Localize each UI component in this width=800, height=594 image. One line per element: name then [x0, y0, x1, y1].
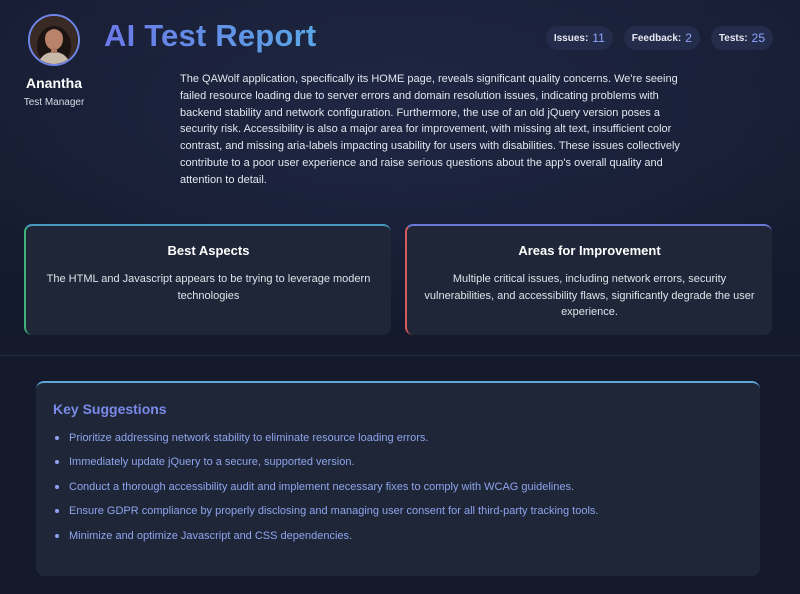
stat-issues-label: Issues: [553, 32, 589, 44]
stat-tests-label: Tests: [718, 32, 748, 44]
list-item: Immediately update jQuery to a secure, s… [53, 455, 743, 479]
section-divider [0, 355, 800, 356]
best-aspects-text: The HTML and Javascript appears to be tr… [46, 273, 371, 302]
avatar-portrait-icon [30, 16, 78, 64]
stat-tests-value: 25 [751, 31, 765, 45]
report-summary: The QAWolf application, specifically its… [180, 73, 680, 186]
areas-for-improvement-text: Multiple critical issues, including netw… [424, 273, 755, 318]
user-role: Test Manager [23, 97, 85, 108]
key-suggestions-panel: Key Suggestions Prioritize addressing ne… [36, 381, 760, 576]
stat-issues-value: 11 [592, 31, 605, 45]
stat-feedback-label: Feedback: [631, 32, 682, 44]
best-aspects-card: Best Aspects The HTML and Javascript app… [24, 224, 391, 335]
list-item: Prioritize addressing network stability … [53, 431, 743, 455]
page-title: AI Test Report [104, 18, 317, 53]
report-page: Anantha Test Manager AI Test Report Issu… [0, 0, 800, 594]
best-aspects-title: Best Aspects [167, 243, 250, 258]
areas-for-improvement-card: Areas for Improvement Multiple critical … [405, 224, 772, 335]
stat-feedback: Feedback: 2 [623, 26, 700, 50]
stat-tests: Tests: 25 [710, 26, 773, 50]
list-item: Ensure GDPR compliance by properly discl… [53, 504, 743, 528]
stats-bar: Issues: 11 Feedback: 2 Tests: 25 [545, 26, 773, 50]
list-item: Conduct a thorough accessibility audit a… [53, 480, 743, 504]
list-item: Minimize and optimize Javascript and CSS… [53, 529, 743, 553]
user-avatar [28, 14, 80, 66]
key-suggestions-list: Prioritize addressing network stability … [53, 431, 743, 553]
stat-feedback-value: 2 [685, 31, 692, 45]
stat-issues: Issues: 11 [545, 26, 613, 50]
key-suggestions-title: Key Suggestions [53, 401, 167, 417]
user-name: Anantha [26, 75, 82, 91]
areas-for-improvement-title: Areas for Improvement [518, 243, 661, 258]
